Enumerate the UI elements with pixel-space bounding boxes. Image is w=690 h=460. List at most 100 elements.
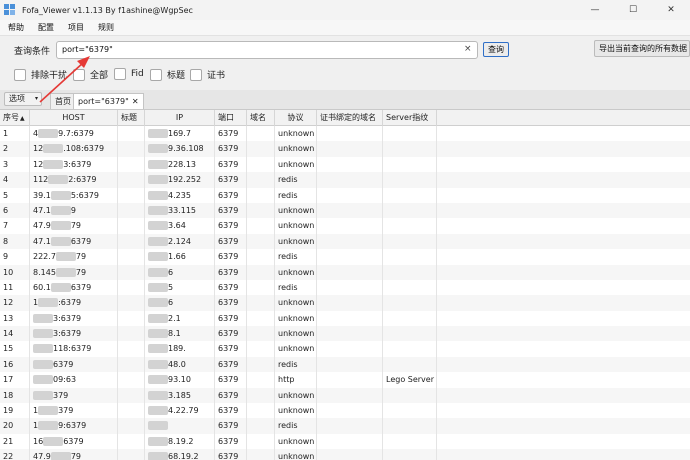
maximize-button[interactable]: ☐ [614, 0, 652, 20]
checkbox[interactable] [190, 68, 202, 81]
table-row[interactable]: 8 47.1 6379 2.124 6379 unknown [0, 233, 690, 250]
cell-cert-domain [317, 156, 383, 173]
redaction-mask [38, 298, 59, 308]
filter-exclude-noise[interactable]: 排除干扰 [14, 68, 67, 81]
redaction-mask [148, 313, 168, 323]
cell-filler [437, 403, 690, 418]
menu-project[interactable]: 项目 [68, 22, 84, 33]
table-row[interactable]: 12 1:6379 6 6379 unknown [0, 295, 690, 311]
checkbox[interactable] [114, 68, 126, 80]
host-suffix: 6379 [53, 359, 74, 369]
search-button[interactable]: 查询 [483, 42, 509, 57]
menu-help[interactable]: 帮助 [8, 22, 24, 33]
cell-ip: 6 [145, 264, 215, 280]
cell-filler [437, 449, 690, 460]
host-suffix: 6379 [70, 236, 92, 246]
col-host[interactable]: HOST [30, 110, 118, 126]
redaction-mask [55, 267, 76, 277]
col-title[interactable]: 标题 [118, 110, 145, 126]
close-tab-icon[interactable]: ✕ [132, 97, 139, 106]
checkbox[interactable] [14, 68, 26, 81]
cell-title [118, 295, 145, 311]
minimize-button[interactable]: — [576, 0, 614, 20]
filter-title[interactable]: 标题 [150, 68, 185, 81]
cell-index: 17 [0, 372, 30, 388]
host-prefix: 112 [33, 175, 49, 185]
cell-domain [247, 326, 275, 342]
table-row[interactable]: 3 12 3:6379 228.13 6379 unknown [0, 156, 690, 173]
host-suffix: 79 [70, 452, 81, 460]
cell-protocol: unknown [275, 295, 317, 311]
cell-index: 5 [0, 187, 30, 203]
filter-cert[interactable]: 证书 [190, 68, 225, 81]
table-row[interactable]: 17 09:63 93.10 6379 http Lego Server [0, 372, 690, 388]
cell-index: 1 [0, 126, 30, 142]
col-domain[interactable]: 域名 [247, 110, 275, 126]
table-row[interactable]: 2 12 .108:6379 9.36.108 6379 unknown [0, 141, 690, 157]
cell-server [383, 433, 437, 450]
col-port[interactable]: 端口 [215, 110, 247, 126]
redaction-mask [50, 205, 71, 215]
cell-filler [437, 341, 690, 356]
menu-rules[interactable]: 规则 [98, 22, 114, 33]
menu-config[interactable]: 配置 [38, 22, 54, 33]
table-row[interactable]: 16 6379 48.0 6379 redis [0, 356, 690, 373]
col-protocol[interactable]: 协议 [275, 110, 317, 126]
clear-icon[interactable]: × [464, 44, 472, 54]
cell-title [118, 310, 145, 327]
filter-all[interactable]: 全部 [73, 68, 108, 81]
host-suffix: 6379 [70, 282, 92, 292]
cell-domain [247, 449, 275, 460]
checkbox[interactable] [150, 68, 162, 81]
export-all-button[interactable]: 导出当前查询的所有数据 [594, 40, 690, 57]
redaction-mask [148, 221, 168, 231]
redaction-mask [148, 282, 168, 292]
cell-title [118, 418, 145, 434]
host-suffix: 5:6379 [70, 190, 99, 200]
table-row[interactable]: 5 39.1 5:6379 4.235 6379 redis [0, 187, 690, 203]
col-ip[interactable]: IP [145, 110, 215, 126]
table-row[interactable]: 7 47.9 79 3.64 6379 unknown [0, 218, 690, 234]
options-dropdown[interactable]: 选项 ▾ [4, 92, 42, 106]
tab-query-result[interactable]: port="6379" ✕ [73, 93, 144, 109]
redaction-mask [148, 390, 168, 400]
checkbox[interactable] [73, 68, 85, 81]
table-row[interactable]: 22 47.9 79 68.19.2 6379 unknown [0, 449, 690, 460]
host-prefix: 16 [33, 436, 44, 446]
chevron-down-icon: ▾ [34, 95, 38, 102]
query-input[interactable]: port="6379" [56, 41, 478, 59]
col-index[interactable]: 序号▲ [0, 110, 30, 126]
cell-protocol: unknown [275, 233, 317, 250]
cell-port: 6379 [215, 156, 247, 173]
cell-server [383, 249, 437, 265]
col-cert-domain[interactable]: 证书绑定的域名 [317, 110, 383, 126]
cell-port: 6379 [215, 233, 247, 250]
table-row[interactable]: 21 16 6379 8.19.2 6379 unknown [0, 433, 690, 450]
table-row[interactable]: 9 222.7 79 1.66 6379 redis [0, 249, 690, 265]
table-row[interactable]: 19 1 379 4.22.79 6379 unknown [0, 403, 690, 419]
table-row[interactable]: 11 60.1 6379 5 6379 redis [0, 279, 690, 296]
cell-cert-domain [317, 387, 383, 404]
table-row[interactable]: 6 47.1 9 33.115 6379 unknown [0, 202, 690, 219]
menu-bar: 帮助 配置 项目 规则 [0, 20, 690, 36]
table-row[interactable]: 4 112 2:6379 192.252 6379 redis [0, 172, 690, 188]
table-row[interactable]: 14 3:6379 8.1 6379 unknown [0, 326, 690, 342]
close-window-button[interactable]: ✕ [652, 0, 690, 20]
cell-filler [437, 295, 690, 310]
table-row[interactable]: 20 1 9:6379 6379 redis [0, 418, 690, 434]
filter-fid[interactable]: Fid [114, 68, 144, 80]
cell-title [118, 264, 145, 280]
cell-port: 6379 [215, 418, 247, 434]
table-row[interactable]: 1 4 9.7:6379 169.7 6379 unknown [0, 126, 690, 142]
host-suffix: 9:6379 [58, 421, 87, 431]
cell-protocol: unknown [275, 156, 317, 173]
col-server[interactable]: Server指纹 [383, 110, 437, 126]
cell-host: 16 6379 [30, 433, 118, 450]
table-row[interactable]: 13 3:6379 2.1 6379 unknown [0, 310, 690, 327]
checkbox-label: 全部 [90, 71, 109, 81]
cell-host: 6379 [30, 356, 118, 373]
cell-port: 6379 [215, 249, 247, 265]
table-row[interactable]: 15 118:6379 189. 6379 unknown [0, 341, 690, 357]
table-row[interactable]: 10 8.145 79 6 6379 unknown [0, 264, 690, 280]
table-row[interactable]: 18 379 3.185 6379 unknown [0, 387, 690, 404]
